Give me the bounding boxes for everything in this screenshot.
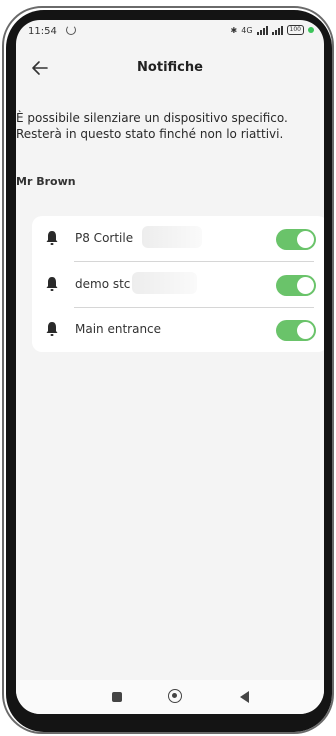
page-title: Notifiche: [137, 60, 203, 75]
redacted-area: [132, 272, 197, 294]
home-button-icon[interactable]: [168, 689, 182, 703]
bell-icon: [46, 231, 58, 245]
signal-2-icon: [271, 25, 283, 35]
status-time: 11:54: [28, 26, 57, 37]
bell-icon: [46, 322, 58, 336]
description-text: È possibile silenziare un dispositivo sp…: [16, 111, 288, 141]
network-type-label: 4G: [241, 25, 253, 35]
sync-icon: [66, 25, 76, 35]
system-nav-bar: [16, 680, 324, 714]
redacted-area: [142, 226, 202, 248]
device-list-card: P8 Cortile demo stc Main entrance: [32, 216, 324, 352]
app-bar: Notifiche: [16, 50, 324, 86]
app-screen: 11:54 ✱ 4G 100 Notifiche È possibile sil…: [16, 20, 324, 714]
toggle-knob: [297, 277, 314, 294]
device-row: demo stc: [32, 262, 324, 307]
device-label: P8 Cortile: [75, 231, 134, 245]
owner-name: Mr Brown: [16, 175, 76, 188]
bell-icon: [46, 277, 58, 291]
phone-mockup: 11:54 ✱ 4G 100 Notifiche È possibile sil…: [0, 0, 336, 736]
back-button-icon[interactable]: [240, 691, 249, 703]
device-toggle[interactable]: [276, 275, 316, 296]
device-toggle[interactable]: [276, 229, 316, 250]
signal-icon: [256, 25, 268, 35]
status-bar: 11:54 ✱ 4G 100: [16, 20, 324, 44]
device-row: P8 Cortile: [32, 216, 324, 261]
device-label: Main entrance: [75, 322, 162, 336]
battery-icon: 100: [286, 25, 304, 35]
device-row: Main entrance: [32, 307, 324, 352]
device-label: demo stc: [75, 277, 131, 291]
bluetooth-icon: ✱: [230, 25, 238, 35]
status-indicators: ✱ 4G 100: [231, 25, 314, 35]
recents-button-icon[interactable]: [112, 692, 122, 702]
status-dot-icon: [308, 27, 314, 33]
toggle-knob: [297, 322, 314, 339]
device-toggle[interactable]: [276, 320, 316, 341]
toggle-knob: [297, 231, 314, 248]
